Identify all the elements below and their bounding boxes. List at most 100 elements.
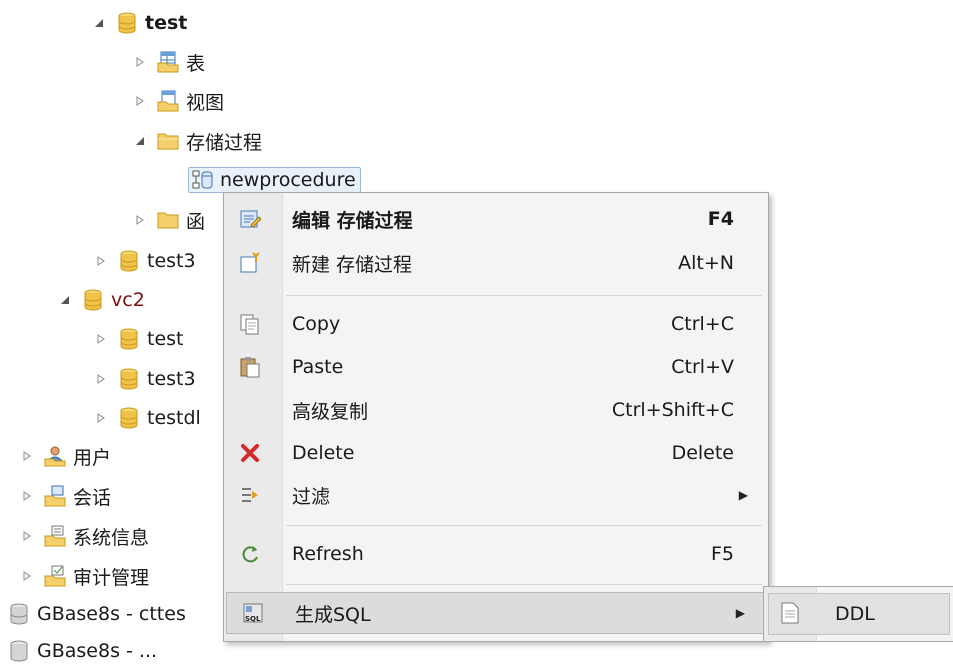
tree-node-vc2-test[interactable]: test	[94, 324, 184, 354]
menu-shortcut: Ctrl+V	[671, 356, 734, 378]
folder-icon	[157, 130, 179, 152]
menu-shortcut: Alt+N	[678, 252, 734, 274]
new-icon	[238, 251, 262, 275]
session-icon	[44, 485, 66, 507]
collapsed-arrow-icon[interactable]	[133, 213, 147, 227]
database-icon	[118, 368, 140, 390]
tree-node-functions[interactable]: 函	[133, 205, 205, 235]
collapsed-arrow-icon[interactable]	[94, 411, 108, 425]
tree-node-audit[interactable]: 审计管理	[20, 561, 149, 591]
svg-text:SQL: SQL	[245, 615, 261, 623]
menu-separator	[286, 295, 762, 296]
tree-label: 系统信息	[73, 526, 150, 549]
tree-label: 用户	[73, 446, 112, 469]
tree-node-views[interactable]: 视图	[133, 86, 224, 116]
tree-node-vc2-test3[interactable]: test3	[94, 364, 196, 394]
sql-icon: SQL	[241, 601, 265, 625]
tree-node-vc2-testdl[interactable]: testdl	[94, 403, 201, 433]
menu-label: 高级复制	[292, 400, 369, 423]
expanded-arrow-icon[interactable]	[58, 293, 72, 307]
tree-label: testdl	[147, 407, 201, 429]
tree-label: vc2	[111, 289, 145, 311]
tree-label: test	[145, 12, 188, 34]
database-icon	[116, 12, 138, 34]
submenu-arrow-icon: ▶	[735, 606, 745, 620]
expanded-arrow-icon[interactable]	[92, 16, 106, 30]
tree-node-tables[interactable]: 表	[133, 47, 205, 77]
menu-item-delete[interactable]: Delete Delete	[224, 433, 768, 473]
menu-label: Refresh	[292, 543, 364, 565]
database-icon	[118, 407, 140, 429]
tree-label: 存储过程	[186, 131, 263, 154]
menu-item-new-procedure[interactable]: 新建 存储过程 Alt+N	[224, 243, 768, 283]
tree-node-test3[interactable]: test3	[94, 246, 196, 276]
tree-label: newprocedure	[220, 169, 356, 191]
tree-label: 视图	[186, 91, 225, 114]
filter-icon	[238, 483, 262, 507]
menu-label: 过滤	[292, 485, 331, 508]
connection-icon	[8, 640, 30, 662]
tree-label: 表	[186, 52, 206, 75]
tree-node-test[interactable]: test	[92, 8, 187, 38]
audit-icon	[44, 565, 66, 587]
menu-shortcut: Delete	[671, 442, 734, 464]
tree-label: 会话	[73, 486, 112, 509]
menu-item-copy[interactable]: Copy Ctrl+C	[224, 304, 768, 344]
tree-label: GBase8s - ...	[37, 640, 158, 662]
tree-node-vc2[interactable]: vc2	[58, 285, 145, 315]
selection-highlight[interactable]: newprocedure	[188, 167, 361, 193]
submenu-arrow-icon: ▶	[738, 488, 748, 502]
menu-item-generate-sql[interactable]: SQL 生成SQL ▶	[226, 592, 766, 634]
tree-node-users[interactable]: 用户	[20, 441, 111, 471]
tree-node-newprocedure[interactable]: newprocedure	[188, 165, 361, 195]
menu-separator	[286, 525, 762, 526]
submenu-generate-sql: DDL	[763, 586, 953, 642]
menu-label: 新建 存储过程	[292, 253, 413, 276]
collapsed-arrow-icon[interactable]	[94, 332, 108, 346]
expanded-arrow-icon[interactable]	[133, 134, 147, 148]
tree-node-connection[interactable]: GBase8s - cttes	[8, 599, 186, 629]
menu-item-paste[interactable]: Paste Ctrl+V	[224, 347, 768, 387]
menu-label: 生成SQL	[295, 603, 371, 626]
context-menu: 编辑 存储过程 F4 新建 存储过程 Alt+N Copy Ctrl+C Pas…	[223, 192, 769, 642]
menu-shortcut: Ctrl+C	[671, 313, 734, 335]
collapsed-arrow-icon[interactable]	[20, 489, 34, 503]
menu-label: 编辑 存储过程	[292, 209, 413, 232]
table-folder-icon	[157, 51, 179, 73]
menu-shortcut: F5	[710, 543, 734, 565]
menu-label: DDL	[835, 603, 875, 625]
menu-item-edit-procedure[interactable]: 编辑 存储过程 F4	[224, 199, 768, 239]
menu-shortcut: Ctrl+Shift+C	[611, 399, 734, 421]
collapsed-arrow-icon[interactable]	[20, 449, 34, 463]
menu-label: Copy	[292, 313, 341, 335]
edit-icon	[238, 207, 262, 231]
tree-label: test3	[147, 368, 196, 390]
menu-item-filter[interactable]: 过滤 ▶	[224, 475, 768, 515]
menu-item-advanced-copy[interactable]: 高级复制 Ctrl+Shift+C	[224, 390, 768, 430]
tree-label: 审计管理	[73, 566, 150, 589]
tree-node-procedures[interactable]: 存储过程	[133, 126, 262, 156]
database-icon	[82, 289, 104, 311]
collapsed-arrow-icon[interactable]	[133, 55, 147, 69]
menu-shortcut: F4	[707, 208, 734, 230]
collapsed-arrow-icon[interactable]	[20, 529, 34, 543]
collapsed-arrow-icon[interactable]	[94, 372, 108, 386]
delete-icon	[238, 441, 262, 465]
document-icon	[781, 602, 799, 629]
user-icon	[44, 445, 66, 467]
tree-node-sessions[interactable]: 会话	[20, 481, 111, 511]
tree-node-sysinfo[interactable]: 系统信息	[20, 521, 149, 551]
submenu-item-ddl[interactable]: DDL	[768, 593, 950, 635]
collapsed-arrow-icon[interactable]	[94, 254, 108, 268]
collapsed-arrow-icon[interactable]	[133, 94, 147, 108]
menu-separator	[286, 584, 762, 585]
menu-label: Delete	[292, 442, 355, 464]
tree-label: GBase8s - cttes	[37, 603, 186, 625]
tree-node-connection-2[interactable]: GBase8s - ...	[8, 636, 157, 666]
procedure-icon	[192, 169, 214, 191]
collapsed-arrow-icon[interactable]	[20, 569, 34, 583]
menu-item-refresh[interactable]: Refresh F5	[224, 534, 768, 574]
menu-label: Paste	[292, 356, 344, 378]
database-icon	[118, 250, 140, 272]
tree-label: test3	[147, 250, 196, 272]
